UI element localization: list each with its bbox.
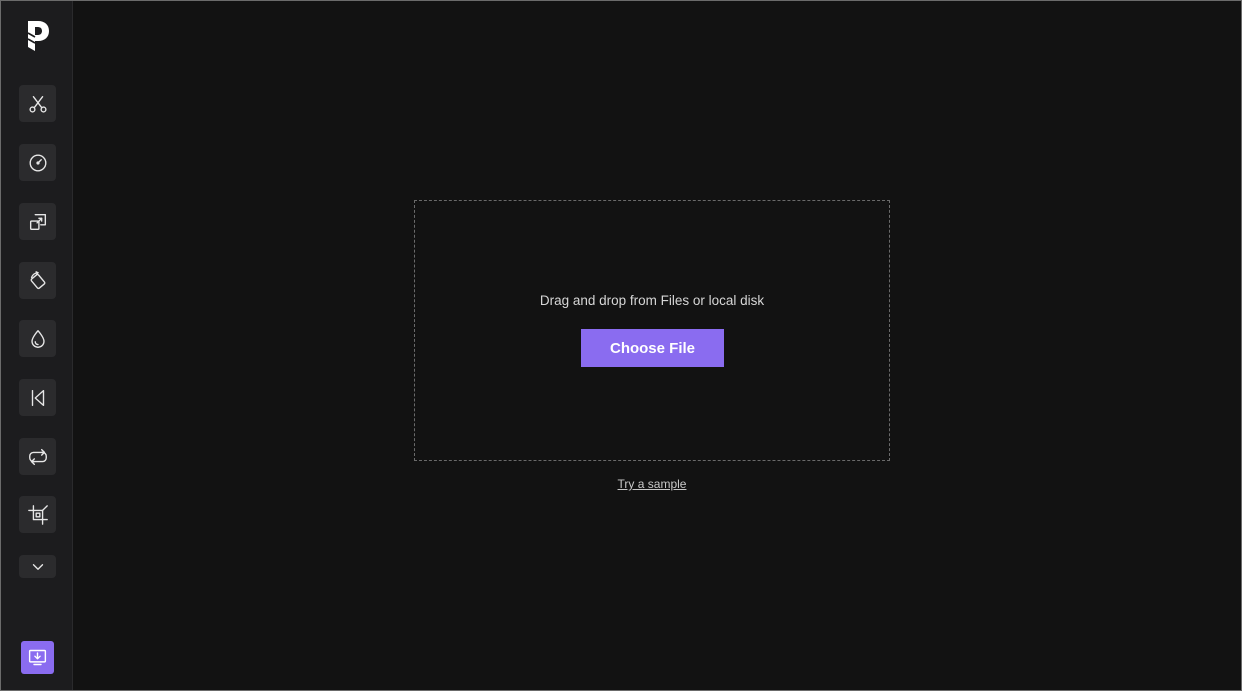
color-drop-icon bbox=[30, 329, 45, 348]
tool-cut-button[interactable] bbox=[19, 85, 56, 122]
tool-rotate-button[interactable] bbox=[19, 262, 56, 299]
sidebar bbox=[1, 1, 73, 690]
chevron-down-icon bbox=[32, 563, 43, 570]
tool-color-button[interactable] bbox=[19, 320, 56, 357]
resize-icon bbox=[29, 213, 46, 230]
brand-logo-icon[interactable] bbox=[23, 19, 51, 53]
tool-loop-button[interactable] bbox=[19, 438, 56, 475]
scissors-icon bbox=[28, 95, 47, 113]
tool-crop-button[interactable] bbox=[19, 496, 56, 533]
speedometer-icon bbox=[29, 154, 46, 171]
tool-speed-button[interactable] bbox=[19, 144, 56, 181]
drop-instruction: Drag and drop from Files or local disk bbox=[539, 293, 765, 308]
download-screen-icon bbox=[28, 649, 47, 666]
tool-resize-button[interactable] bbox=[19, 203, 56, 240]
file-drop-zone[interactable]: Drag and drop from Files or local disk C… bbox=[414, 200, 890, 461]
choose-file-button[interactable]: Choose File bbox=[581, 329, 724, 367]
crop-icon bbox=[27, 504, 48, 525]
try-sample-link[interactable]: Try a sample bbox=[414, 477, 890, 491]
export-button[interactable] bbox=[21, 641, 54, 674]
app-window: Drag and drop from Files or local disk C… bbox=[0, 0, 1242, 691]
rotate-icon bbox=[30, 270, 45, 289]
loop-icon bbox=[28, 448, 47, 465]
reverse-icon bbox=[31, 389, 44, 406]
tool-reverse-button[interactable] bbox=[19, 379, 56, 416]
more-tools-button[interactable] bbox=[19, 555, 56, 578]
